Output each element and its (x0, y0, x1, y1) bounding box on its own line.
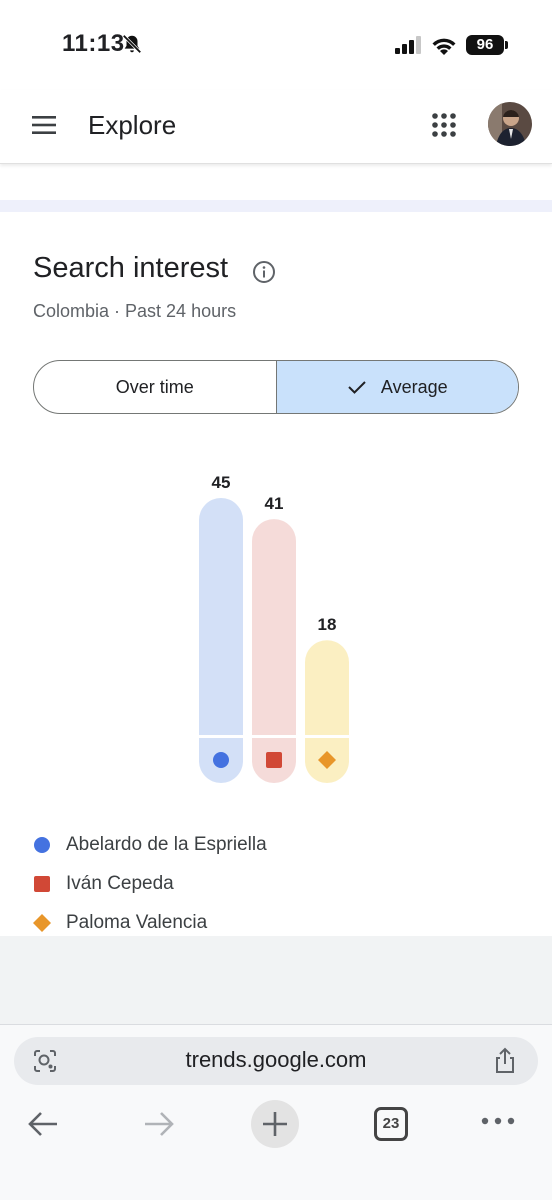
legend-diamond-icon (33, 914, 51, 932)
legend-square-icon (34, 876, 50, 892)
address-bar[interactable]: trends.google.com (14, 1037, 538, 1085)
forward-arrow-icon[interactable] (142, 1109, 176, 1139)
bell-off-icon (122, 34, 142, 54)
over-time-label: Over time (115, 376, 194, 397)
bar-value-label-2: 41 (265, 494, 284, 513)
average-bar-chart: 45 41 18 (199, 473, 349, 783)
section-divider (0, 200, 552, 212)
page-footer-area (0, 936, 552, 1026)
marker-circle-icon (213, 752, 229, 768)
share-icon[interactable] (492, 1047, 518, 1075)
legend-label: Paloma Valencia (66, 912, 208, 933)
apps-grid-icon[interactable] (431, 112, 457, 138)
browser-nav-row: 23 (0, 1099, 552, 1149)
battery-icon: 96 (466, 35, 504, 55)
legend-item: Paloma Valencia (33, 908, 207, 938)
legend-label: Abelardo de la Espriella (66, 834, 267, 855)
bar-3 (305, 640, 349, 735)
page-title: Explore (88, 110, 177, 140)
card-subtitle: Colombia · Past 24 hours (33, 301, 237, 321)
marker-square-icon (266, 752, 282, 768)
url-text: trends.google.com (185, 1047, 367, 1072)
average-label: Average (380, 376, 448, 397)
app-bar: Explore (0, 90, 552, 164)
legend-item: Abelardo de la Espriella (33, 830, 267, 860)
legend-label: Iván Cepeda (66, 873, 174, 894)
view-toggle: Over time Average (33, 360, 519, 414)
over-time-button[interactable]: Over time (34, 361, 277, 413)
browser-toolbar: trends.google.com 23 (0, 1024, 552, 1200)
menu-icon[interactable] (30, 114, 58, 136)
status-time: 11:13 (62, 30, 125, 57)
average-button[interactable]: Average (276, 361, 518, 413)
info-icon[interactable] (252, 260, 276, 284)
wifi-icon (432, 38, 456, 55)
bar-1 (199, 498, 243, 735)
bar-value-label-1: 45 (212, 473, 231, 492)
battery-nub (505, 41, 508, 49)
bar-value-label-3: 18 (318, 615, 337, 634)
legend-item: Iván Cepeda (33, 869, 174, 899)
back-arrow-icon[interactable] (26, 1109, 60, 1139)
new-tab-button[interactable] (251, 1100, 299, 1148)
tabs-icon[interactable]: 23 (374, 1107, 408, 1141)
more-icon[interactable] (480, 1115, 516, 1127)
check-icon (348, 381, 366, 394)
legend-circle-icon (34, 837, 50, 853)
avatar[interactable] (488, 102, 532, 146)
new-tab-icon (263, 1112, 287, 1136)
bar-2 (252, 519, 296, 735)
signal-icon (395, 36, 421, 54)
status-bar: 11:13 96 (0, 0, 552, 90)
card-title: Search interest (33, 252, 229, 284)
